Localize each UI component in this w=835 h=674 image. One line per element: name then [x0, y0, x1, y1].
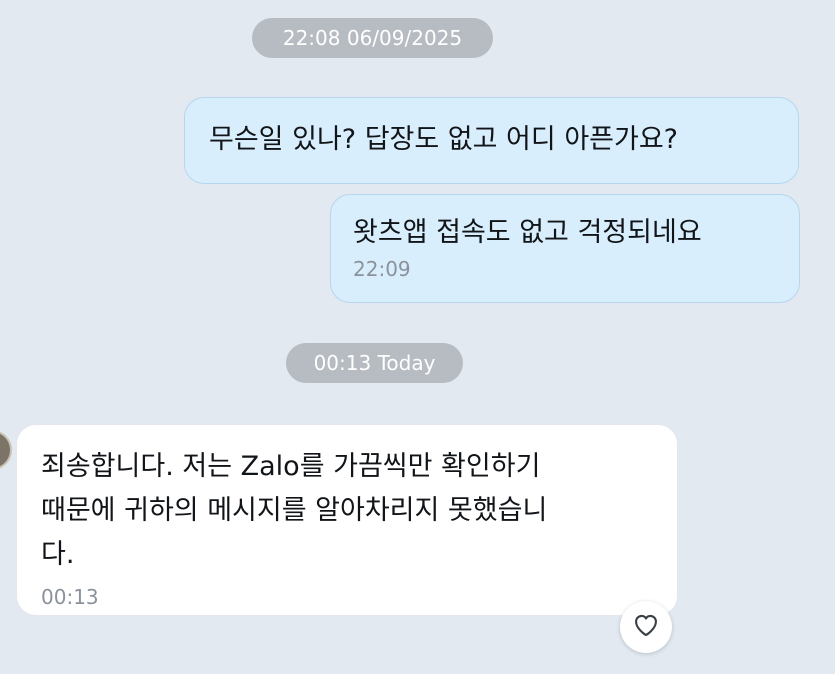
sent-message-bubble[interactable]: 왓츠앱 접속도 없고 걱정되네요 22:09	[330, 194, 800, 303]
sender-avatar[interactable]	[0, 430, 12, 470]
message-text-line: 죄송합니다. 저는 Zalo를 가끔씩만 확인하기	[41, 451, 541, 482]
message-text: 왓츠앱 접속도 없고 걱정되네요	[353, 217, 702, 248]
message-text-line: 때문에 귀하의 메시지를 알아차리지 못했습니	[41, 495, 548, 526]
message-timestamp: 00:13	[41, 585, 99, 609]
heart-outline-icon	[632, 611, 660, 643]
received-message-bubble[interactable]: 죄송합니다. 저는 Zalo를 가끔씩만 확인하기 때문에 귀하의 메시지를 알…	[16, 424, 678, 616]
message-text: 무슨일 있나? 답장도 없고 어디 아픈가요?	[209, 124, 679, 155]
react-button[interactable]	[620, 601, 672, 653]
date-separator-pill: 00:13 Today	[286, 343, 463, 383]
date-separator-pill: 22:08 06/09/2025	[252, 18, 493, 58]
message-text: 죄송합니다. 저는 Zalo를 가끔씩만 확인하기 때문에 귀하의 메시지를 알…	[41, 445, 677, 577]
sent-message-bubble[interactable]: 무슨일 있나? 답장도 없고 어디 아픈가요?	[184, 97, 799, 184]
message-text-line: 다.	[41, 539, 75, 570]
message-timestamp: 22:09	[353, 257, 411, 281]
